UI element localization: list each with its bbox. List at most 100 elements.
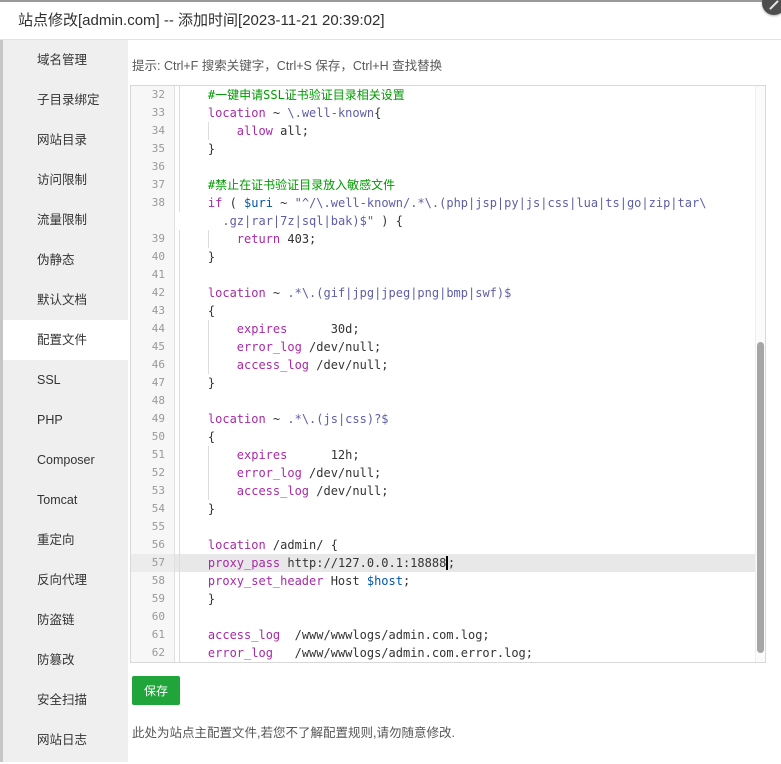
code-line[interactable]: 34allow all;	[131, 122, 765, 140]
code-text: {	[175, 302, 765, 320]
code-line[interactable]: 45error_log /dev/null;	[131, 338, 765, 356]
code-line[interactable]: 44expires 30d;	[131, 320, 765, 338]
code-line[interactable]: 39return 403;	[131, 230, 765, 248]
sidebar-item-redirect[interactable]: 重定向	[3, 520, 128, 560]
code-text: .gz|rar|7z|sql|bak)$" ) {	[175, 212, 765, 230]
code-text: access_log /dev/null;	[175, 356, 765, 374]
code-line[interactable]: 48	[131, 392, 765, 410]
code-line[interactable]: 52error_log /dev/null;	[131, 464, 765, 482]
code-token: $host	[367, 574, 403, 588]
code-token: /dev/null;	[302, 340, 381, 354]
code-line[interactable]: 36	[131, 158, 765, 176]
code-token: \.well-known	[287, 106, 374, 120]
code-token: if	[208, 196, 222, 210]
sidebar-item-site-directory[interactable]: 网站目录	[3, 120, 128, 160]
code-text: proxy_pass http://127.0.0.1:18888;	[175, 554, 765, 572]
indent-guide	[208, 356, 237, 374]
line-number: 42	[131, 284, 175, 302]
code-line-wrap[interactable]: .gz|rar|7z|sql|bak)$" ) {	[131, 212, 765, 230]
sidebar-item-access-limit[interactable]: 访问限制	[3, 160, 128, 200]
indent-guide	[179, 284, 208, 302]
code-token: ;	[403, 574, 410, 588]
line-number: 54	[131, 500, 175, 518]
code-token: $uri	[244, 196, 273, 210]
code-line[interactable]: 40}	[131, 248, 765, 266]
code-token: {	[208, 430, 215, 444]
indent-guide	[179, 392, 208, 410]
code-line[interactable]: 51expires 12h;	[131, 446, 765, 464]
sidebar-item-url-rewrite[interactable]: 伪静态	[3, 240, 128, 280]
dialog-titlebar: 站点修改[admin.com] -- 添加时间[2023-11-21 20:39…	[0, 0, 781, 40]
dialog-body: 域名管理子目录绑定网站目录访问限制流量限制伪静态默认文档配置文件SSLPHPCo…	[0, 40, 781, 762]
code-text: error_log /dev/null;	[175, 464, 765, 482]
code-line[interactable]: 38if ( $uri ~ "^/\.well-known/.*\.(php|j…	[131, 194, 765, 212]
code-token: access_log	[237, 358, 309, 372]
code-token: location	[208, 286, 266, 300]
sidebar-item-default-document[interactable]: 默认文档	[3, 280, 128, 320]
sidebar-item-traffic-limit[interactable]: 流量限制	[3, 200, 128, 240]
code-text	[175, 158, 765, 176]
sidebar-item-tamper-proof[interactable]: 防篡改	[3, 640, 128, 680]
code-line[interactable]: 55	[131, 518, 765, 536]
sidebar-item-security-scan[interactable]: 安全扫描	[3, 680, 128, 720]
code-token: ~	[266, 106, 288, 120]
sidebar-item-site-logs[interactable]: 网站日志	[3, 720, 128, 760]
sidebar: 域名管理子目录绑定网站目录访问限制流量限制伪静态默认文档配置文件SSLPHPCo…	[0, 40, 128, 762]
indent-guide	[179, 86, 208, 104]
indent-guide	[179, 230, 208, 248]
code-line[interactable]: 42location ~ .*\.(gif|jpg|jpeg|png|bmp|s…	[131, 284, 765, 302]
sidebar-item-ssl[interactable]: SSL	[3, 360, 128, 400]
sidebar-item-composer[interactable]: Composer	[3, 440, 128, 480]
line-number: 56	[131, 536, 175, 554]
code-line[interactable]: 60	[131, 608, 765, 626]
code-token: .gz|rar|7z|sql|bak)$"	[222, 214, 374, 228]
code-editor[interactable]: 32#一键申请SSL证书验证目录相关设置33location ~ \.well-…	[130, 85, 766, 663]
indent-guide	[208, 122, 237, 140]
code-token: "^/\.well-known/.*\.(php|jsp|py|js|css|l…	[295, 196, 707, 210]
code-line[interactable]: 54}	[131, 500, 765, 518]
indent-guide	[179, 446, 208, 464]
code-line[interactable]: 57proxy_pass http://127.0.0.1:18888;	[131, 554, 765, 572]
sidebar-item-config-file[interactable]: 配置文件	[3, 320, 128, 360]
line-number: 39	[131, 230, 175, 248]
code-line[interactable]: 56location /admin/ {	[131, 536, 765, 554]
code-text: #一键申请SSL证书验证目录相关设置	[175, 86, 765, 104]
sidebar-item-tomcat[interactable]: Tomcat	[3, 480, 128, 520]
code-line[interactable]: 32#一键申请SSL证书验证目录相关设置	[131, 86, 765, 104]
code-line[interactable]: 33location ~ \.well-known{	[131, 104, 765, 122]
code-line[interactable]: 61access_log /www/wwwlogs/admin.com.log;	[131, 626, 765, 644]
code-line[interactable]: 49location ~ .*\.(js|css)?$	[131, 410, 765, 428]
sidebar-item-domain-management[interactable]: 域名管理	[3, 40, 128, 80]
sidebar-item-hotlink-protection[interactable]: 防盗链	[3, 600, 128, 640]
code-token: error_log	[237, 340, 302, 354]
code-line[interactable]: 58proxy_set_header Host $host;	[131, 572, 765, 590]
code-token: }	[208, 250, 215, 264]
code-line[interactable]: 46access_log /dev/null;	[131, 356, 765, 374]
code-line[interactable]: 41	[131, 266, 765, 284]
code-line[interactable]: 47}	[131, 374, 765, 392]
code-token: proxy_pass	[208, 556, 280, 570]
code-line[interactable]: 62error_log /www/wwwlogs/admin.com.error…	[131, 644, 765, 662]
code-line[interactable]: 37#禁止在证书验证目录放入敏感文件	[131, 176, 765, 194]
code-line[interactable]: 59}	[131, 590, 765, 608]
code-text: access_log /www/wwwlogs/admin.com.log;	[175, 626, 765, 644]
indent-guide	[179, 500, 208, 518]
line-number: 51	[131, 446, 175, 464]
code-line[interactable]: 53access_log /dev/null;	[131, 482, 765, 500]
code-line[interactable]: 35}	[131, 140, 765, 158]
indent-guide	[179, 140, 208, 158]
code-line[interactable]: 43{	[131, 302, 765, 320]
code-token: (	[222, 196, 244, 210]
editor-scrollbar[interactable]	[755, 86, 765, 662]
code-token: {	[208, 304, 215, 318]
indent-guide	[179, 536, 208, 554]
code-text: }	[175, 590, 765, 608]
sidebar-item-reverse-proxy[interactable]: 反向代理	[3, 560, 128, 600]
line-number: 36	[131, 158, 175, 176]
scrollbar-thumb[interactable]	[757, 342, 764, 653]
sidebar-item-php[interactable]: PHP	[3, 400, 128, 440]
code-token: ~	[273, 196, 295, 210]
sidebar-item-subdirectory-binding[interactable]: 子目录绑定	[3, 80, 128, 120]
save-button[interactable]: 保存	[132, 676, 180, 705]
code-line[interactable]: 50{	[131, 428, 765, 446]
